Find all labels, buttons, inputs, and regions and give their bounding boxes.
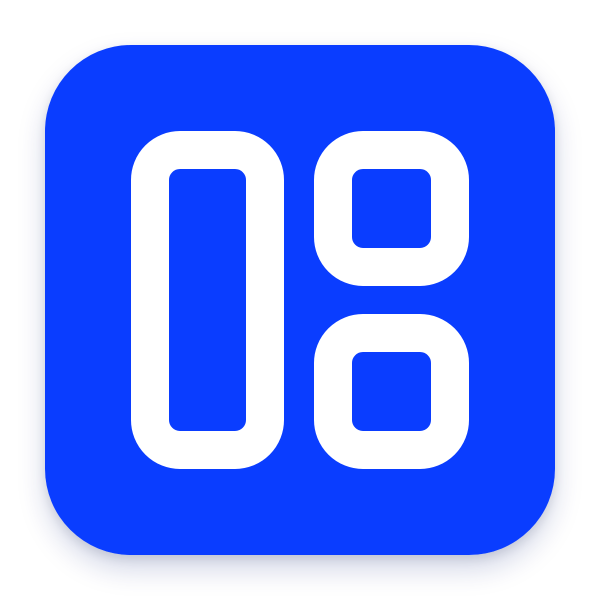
icon-background (45, 45, 555, 555)
dashboard-layout-icon (45, 45, 555, 555)
dashboard-layout-glyph (45, 45, 555, 555)
icon-canvas (0, 0, 600, 600)
